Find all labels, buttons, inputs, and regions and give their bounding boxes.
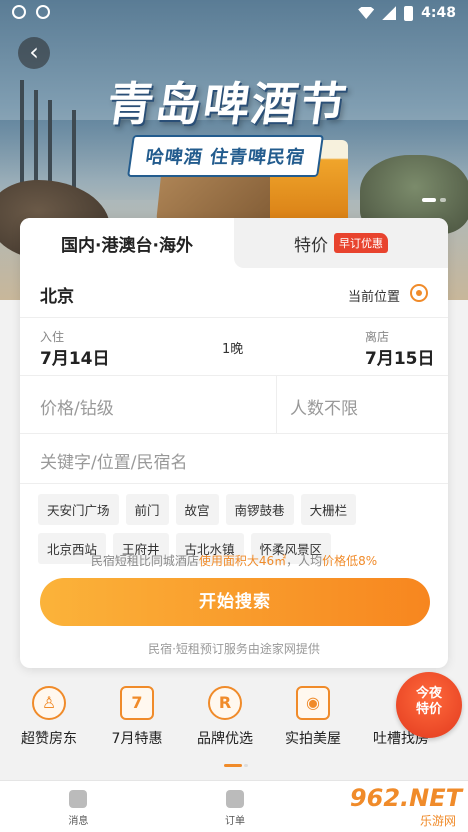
category-super-host[interactable]: ♙ 超赞房东: [0, 686, 88, 762]
filter-row: 价格/钻级 人数不限: [20, 376, 448, 434]
category-photos[interactable]: ◉ 实拍美屋: [264, 686, 352, 762]
checkout-date[interactable]: 7月15日: [365, 344, 435, 369]
camera-icon: ◉: [296, 686, 330, 720]
promo-line2: 特价: [415, 702, 442, 717]
sync-icon: [36, 5, 50, 19]
tab-special[interactable]: 特价 早订优惠: [234, 218, 448, 268]
nav-label: 订单: [224, 816, 245, 827]
checkin-date[interactable]: 7月14日: [40, 344, 110, 369]
brand-icon: R: [208, 686, 242, 720]
host-icon: ♙: [32, 686, 66, 720]
category-label: 实拍美屋: [285, 731, 341, 747]
tag-item[interactable]: 南锣鼓巷: [225, 494, 294, 525]
locate-icon[interactable]: [410, 284, 428, 302]
signal-icon: [382, 6, 397, 20]
category-page-indicator-off: [244, 764, 248, 767]
provider-note: 民宿·短租预订服务由途家网提供: [148, 642, 320, 656]
checkin-label: 入住: [40, 330, 65, 344]
category-label: 品牌优选: [197, 731, 253, 747]
banner-subtitle: 哈啤酒 住青啤民宿: [127, 135, 325, 177]
filter-divider: [276, 376, 277, 434]
wifi-icon: [358, 7, 375, 19]
banner-indicator: [422, 198, 446, 202]
category-page-indicator: [224, 764, 242, 767]
keyword-row[interactable]: 关键字/位置/民宿名: [20, 434, 448, 484]
compare-mid: ，人均: [286, 554, 323, 568]
message-icon: [69, 790, 88, 808]
tag-item[interactable]: 故宫: [175, 494, 219, 525]
comparison-note: 民宿短租比同城酒店使用面积大46㎡，人均价格低8%: [20, 552, 448, 569]
battery-icon: [404, 5, 414, 21]
banner-title: 青岛啤酒节: [103, 77, 352, 131]
back-button[interactable]: ‹: [18, 37, 50, 69]
nights-count: 1晚: [222, 342, 244, 357]
compare-price: 价格低8%: [322, 554, 378, 568]
calendar-icon: 7: [120, 686, 154, 720]
search-tabs: 国内·港澳台·海外 特价 早订优惠: [20, 218, 448, 268]
guests-field[interactable]: 人数不限: [290, 394, 358, 419]
category-label: 超赞房东: [21, 731, 77, 747]
early-booking-badge: 早订优惠: [334, 233, 388, 253]
city-value[interactable]: 北京: [40, 282, 74, 307]
category-july-deals[interactable]: 7 7月特惠: [88, 686, 176, 762]
order-icon: [225, 790, 244, 808]
notification-icon: [12, 5, 26, 19]
tag-item[interactable]: 前门: [125, 494, 169, 525]
nav-label: 消息: [68, 816, 89, 827]
current-location-label[interactable]: 当前位置: [348, 286, 400, 305]
tab-special-label: 特价: [294, 235, 328, 256]
compare-prefix: 民宿短租比同城酒店: [90, 554, 199, 568]
promo-line1: 今夜: [415, 686, 442, 701]
tag-item[interactable]: 大栅栏: [300, 494, 357, 525]
tonight-deal-badge[interactable]: 今夜 特价: [396, 672, 462, 738]
keyword-input[interactable]: 关键字/位置/民宿名: [40, 448, 187, 473]
start-search-button[interactable]: 开始搜索: [40, 578, 430, 626]
city-row[interactable]: 北京 当前位置: [20, 268, 448, 318]
checkout-label: 离店: [365, 330, 390, 344]
tab-domestic[interactable]: 国内·港澳台·海外: [20, 218, 234, 268]
tab-domestic-label: 国内·港澳台·海外: [61, 235, 193, 256]
compare-area: 使用面积大46㎡: [198, 554, 287, 568]
price-level-field[interactable]: 价格/钻级: [40, 394, 114, 419]
tag-item[interactable]: 天安门广场: [38, 494, 119, 525]
category-brand[interactable]: R 品牌优选: [176, 686, 264, 762]
search-card: 国内·港澳台·海外 特价 早订优惠 北京 当前位置 入住 7月14日 1晚 离店…: [20, 218, 448, 668]
watermark-logo: 962.NET: [349, 784, 462, 812]
status-bar: 4:48: [0, 0, 468, 28]
nav-messages[interactable]: 消息: [68, 781, 88, 832]
chevron-left-icon: ‹: [29, 38, 39, 66]
watermark-sub: 乐游网: [419, 814, 456, 828]
status-time: 4:48: [421, 5, 456, 21]
dates-row[interactable]: 入住 7月14日 1晚 离店 7月15日: [20, 318, 448, 376]
category-label: 7月特惠: [111, 731, 163, 747]
nav-orders[interactable]: 订单: [225, 781, 245, 832]
